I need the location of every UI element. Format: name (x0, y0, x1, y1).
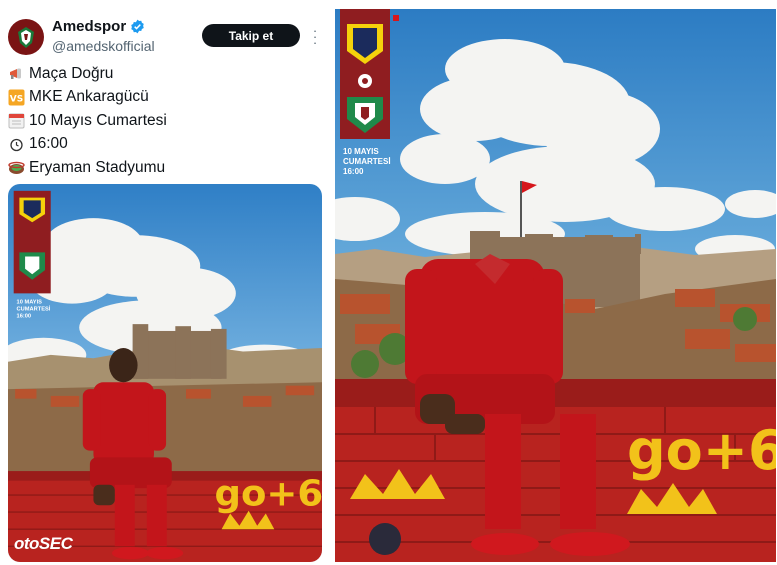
tweet-line-text: Maça Doğru (29, 64, 114, 82)
tweet-line-text: 16:00 (29, 135, 68, 153)
tweet-line-text: Eryaman Stadyumu (29, 158, 166, 176)
vs-icon: VS (8, 89, 25, 106)
tweet-line-time: 16:00 (8, 133, 167, 157)
verified-badge-icon (131, 19, 144, 34)
amedspor-logo-icon (11, 22, 41, 52)
calendar-icon (8, 112, 25, 129)
poster-image[interactable]: 10 MAYIS CUMARTESİ 16:00 go+6 (335, 9, 776, 562)
league-logo-icon (358, 74, 372, 88)
poster-scene: 10 MAYIS CUMARTESİ 16:00 go+6 (335, 9, 776, 562)
banner-flag-mark (393, 15, 399, 21)
tweet-line-date: 10 Mayıs Cumartesi (8, 109, 167, 133)
svg-text:VS: VS (10, 94, 23, 104)
banner-day: CUMARTESİ (343, 157, 391, 166)
tweet-line-text: 10 Mayıs Cumartesi (29, 111, 167, 129)
banner-time: 16:00 (343, 167, 364, 176)
author-avatar[interactable] (8, 19, 44, 55)
author-handle[interactable]: @amedskofficial (52, 38, 155, 54)
poster-thumbnail: 10 MAYIS CUMARTESİ 16:00 go+6 (8, 184, 322, 562)
more-options-icon[interactable]: · · · (310, 24, 320, 49)
tweet-card: Amedspor @amedskofficial Takip et · · · Ma… (0, 0, 330, 565)
tweet-line-opponent: VS MKE Ankaragücü (8, 86, 167, 110)
tweet-line-venue: Eryaman Stadyumu (8, 156, 167, 180)
wall-top (335, 379, 776, 409)
tweet-line-match: Maça Doğru (8, 62, 167, 86)
author-name-text: Amedspor (52, 18, 127, 35)
watermark-logo: otoSEC (14, 534, 73, 553)
graffiti-face (369, 523, 401, 555)
thumb-banner-date: 10 MAYIS (17, 300, 43, 306)
tweet-line-text: MKE Ankaragücü (29, 88, 149, 106)
follow-button[interactable]: Takip et (202, 24, 300, 47)
author-name[interactable]: Amedspor (52, 18, 145, 35)
graffiti-text: go+6 (627, 419, 776, 482)
clock-icon (8, 136, 25, 153)
tweet-text: Maça Doğru VS MKE Ankaragücü 10 Mayıs Cu… (8, 62, 167, 180)
thumb-banner-time: 16:00 (17, 313, 32, 319)
thumb-graffiti: go+6 (214, 472, 322, 514)
megaphone-icon (8, 65, 25, 82)
stadium-icon (8, 159, 25, 176)
banner-date: 10 MAYIS (343, 147, 379, 156)
tweet-media-image[interactable]: 10 MAYIS CUMARTESİ 16:00 go+6 otoSEC (8, 184, 322, 562)
thumb-banner-day: CUMARTESİ (17, 306, 51, 313)
